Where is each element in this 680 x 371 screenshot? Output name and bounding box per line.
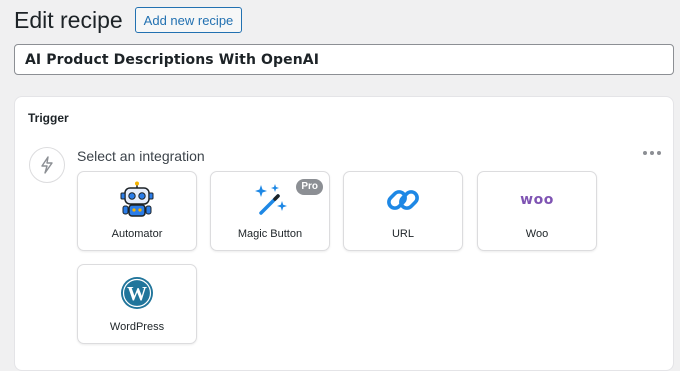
wordpress-icon: W xyxy=(78,275,196,311)
integration-card-woo[interactable]: woo Woo xyxy=(477,171,597,251)
trigger-heading: Trigger xyxy=(28,111,69,125)
integration-label: Woo xyxy=(525,228,549,240)
svg-text:W: W xyxy=(127,283,147,305)
link-icon xyxy=(344,182,462,218)
select-integration-label: Select an integration xyxy=(77,148,205,164)
add-new-recipe-button[interactable]: Add new recipe xyxy=(134,7,243,33)
bolt-icon xyxy=(29,147,65,183)
integration-card-wordpress[interactable]: W WordPress xyxy=(77,264,197,344)
page-header: Edit recipe Add new recipe xyxy=(14,6,243,34)
magic-wand-icon xyxy=(211,182,329,218)
integration-card-url[interactable]: URL xyxy=(343,171,463,251)
page-title: Edit recipe xyxy=(14,7,123,33)
robot-icon xyxy=(78,181,196,218)
trigger-panel: Trigger Select an integration Automator … xyxy=(14,96,674,371)
woo-logo-text: woo xyxy=(520,192,554,208)
integration-label: WordPress xyxy=(109,321,165,333)
integration-label: Automator xyxy=(111,228,163,240)
integration-label: Magic Button xyxy=(237,228,303,240)
integration-card-automator[interactable]: Automator xyxy=(77,171,197,251)
recipe-title-input[interactable] xyxy=(14,44,674,75)
integration-card-magic-button[interactable]: Pro Magic Button xyxy=(210,171,330,251)
integration-label: URL xyxy=(391,228,414,240)
woo-logo: woo xyxy=(478,182,596,218)
more-options-icon[interactable] xyxy=(643,147,661,159)
